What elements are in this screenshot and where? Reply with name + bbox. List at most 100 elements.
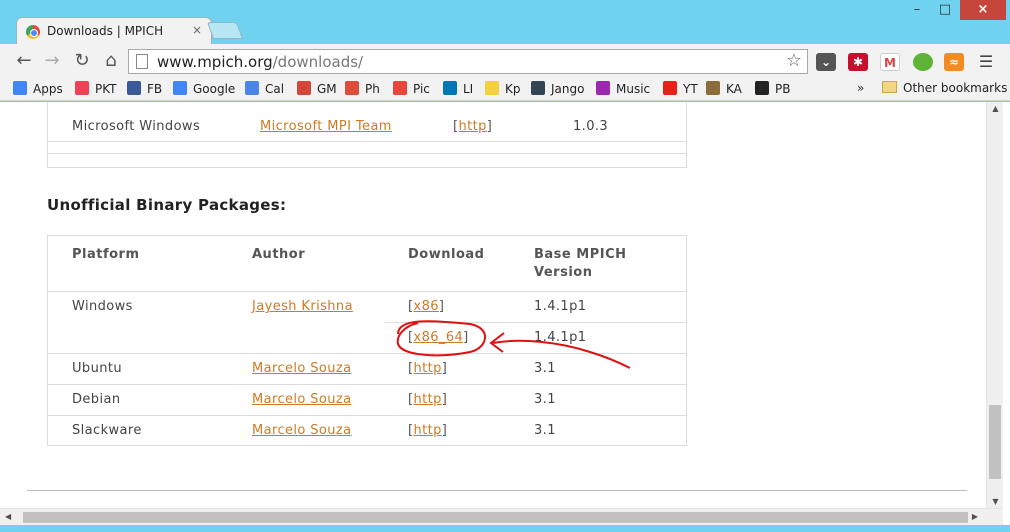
cell-version: 1.4.1p1	[534, 330, 587, 345]
bookmark-fb[interactable]: FB	[127, 81, 162, 98]
url-host: www.mpich.org	[157, 53, 273, 71]
link-author[interactable]: Microsoft MPI Team	[260, 119, 392, 134]
vertical-scrollbar[interactable]: ▲ ▼	[986, 102, 1003, 508]
vertical-scroll-thumb[interactable]	[989, 405, 1001, 479]
bookmark-ph-icon	[345, 81, 359, 95]
link-download-http[interactable]: http	[413, 423, 441, 438]
bookmark-gm[interactable]: GM	[297, 81, 337, 98]
tab-close-icon[interactable]: ×	[192, 23, 202, 37]
cell-download: [x86]	[408, 299, 445, 314]
bookmark-jango[interactable]: Jango	[531, 81, 584, 98]
link-download-http[interactable]: http	[413, 392, 441, 407]
link-author[interactable]: Marcelo Souza	[252, 392, 352, 407]
bookmark-pb[interactable]: PB	[755, 81, 790, 98]
bookmark-cal[interactable]: Cal	[245, 81, 284, 98]
bookmark-ka[interactable]: KA	[706, 81, 742, 98]
forward-icon[interactable]: →	[41, 50, 63, 72]
bookmark-yt[interactable]: YT	[663, 81, 698, 98]
row-divider	[48, 384, 686, 385]
cell-platform: Slackware	[72, 423, 142, 438]
bookmark-pkt-icon	[75, 81, 89, 95]
title-bar: Downloads | MPICH × – □ ×	[0, 0, 1010, 45]
cell-version: 1.4.1p1	[534, 299, 587, 314]
home-icon[interactable]: ⌂	[100, 50, 122, 72]
link-author[interactable]: Marcelo Souza	[252, 423, 352, 438]
new-tab-button[interactable]	[206, 22, 244, 39]
cell-version: 3.1	[534, 423, 556, 438]
gmail-icon[interactable]: M	[880, 53, 900, 71]
tab-downloads[interactable]: Downloads | MPICH ×	[16, 17, 212, 45]
link-download-x86-64[interactable]: x86_64	[413, 330, 463, 345]
bookmark-label: KA	[726, 82, 742, 96]
bookmark-label: Apps	[33, 82, 63, 96]
row-divider	[385, 322, 686, 323]
lastpass-icon[interactable]: ✱	[848, 53, 868, 71]
bookmark-li[interactable]: LI	[443, 81, 473, 98]
other-bookmarks[interactable]: Other bookmarks	[882, 81, 1007, 95]
horizontal-scrollbar[interactable]: ◀ ▶	[0, 508, 1003, 525]
unofficial-binaries-table: Platform Author Download Base MPICH Vers…	[47, 235, 687, 446]
close-window-button[interactable]: ×	[960, 0, 1006, 20]
horizontal-scroll-thumb[interactable]	[23, 512, 968, 523]
column-header-download: Download	[408, 247, 485, 262]
bookmark-label: FB	[147, 82, 163, 96]
cell-download: [http]	[408, 361, 448, 376]
link-author[interactable]: Jayesh Krishna	[252, 299, 353, 314]
bookmark-pkt[interactable]: PKT	[75, 81, 117, 98]
bookmark-yt-icon	[663, 81, 677, 95]
bookmark-jango-icon	[531, 81, 545, 95]
bookmark-pic[interactable]: Pic	[393, 81, 430, 98]
evernote-icon[interactable]	[913, 53, 933, 71]
footer-divider	[27, 490, 967, 491]
address-bar[interactable]: www.mpich.org/downloads/ ☆	[128, 49, 808, 74]
browser-toolbar: ← → ↻ ⌂ www.mpich.org/downloads/ ☆ ⌄ ✱ M…	[0, 44, 1010, 78]
row-divider	[48, 353, 686, 354]
bookmark-star-icon[interactable]: ☆	[786, 50, 802, 71]
rss-icon[interactable]: ≈	[944, 53, 964, 71]
back-icon[interactable]: ←	[13, 50, 35, 72]
pocket-icon[interactable]: ⌄	[816, 53, 836, 71]
bookmark-music-icon	[596, 81, 610, 95]
bookmark-apps[interactable]: Apps	[13, 81, 63, 98]
scroll-right-icon[interactable]: ▶	[972, 512, 978, 521]
cell-platform: Windows	[72, 299, 133, 314]
column-header-version: Base MPICH Version	[534, 247, 627, 280]
bookmark-label: Pic	[413, 82, 430, 96]
cell-download: [x86_64]	[408, 330, 469, 345]
cell-platform: Microsoft Windows	[72, 119, 201, 134]
cell-download: [http]	[453, 119, 493, 134]
cell-version: 1.0.3	[573, 119, 609, 134]
bookmark-label: Kp	[505, 82, 521, 96]
bookmark-pic-icon	[393, 81, 407, 95]
column-header-author: Author	[252, 247, 306, 262]
bookmark-ph[interactable]: Ph	[345, 81, 380, 98]
scroll-left-icon[interactable]: ◀	[5, 512, 11, 521]
link-download[interactable]: http	[458, 119, 486, 134]
reload-icon[interactable]: ↻	[71, 50, 93, 72]
bookmark-music[interactable]: Music	[596, 81, 650, 98]
bookmark-google[interactable]: Google	[173, 81, 235, 98]
scroll-up-icon[interactable]: ▲	[987, 104, 1004, 113]
bookmark-pb-icon	[755, 81, 769, 95]
row-divider	[48, 291, 686, 292]
cell-version: 3.1	[534, 392, 556, 407]
column-header-platform: Platform	[72, 247, 140, 262]
tab-title: Downloads | MPICH	[47, 24, 164, 38]
menu-icon[interactable]: ☰	[976, 53, 996, 71]
link-download-x86[interactable]: x86	[413, 299, 438, 314]
link-author[interactable]: Marcelo Souza	[252, 361, 352, 376]
bookmark-label: Ph	[365, 82, 380, 96]
bookmark-cal-icon	[245, 81, 259, 95]
window-bottom-edge	[0, 525, 1010, 532]
maximize-button[interactable]: □	[932, 0, 958, 20]
url-text[interactable]: www.mpich.org/downloads/	[157, 53, 363, 71]
bookmark-kp-icon	[485, 81, 499, 95]
link-download-http[interactable]: http	[413, 361, 441, 376]
bookmark-kp[interactable]: Kp	[485, 81, 521, 98]
minimize-button[interactable]: –	[904, 0, 930, 20]
other-bookmarks-label: Other bookmarks	[903, 81, 1008, 95]
scroll-down-icon[interactable]: ▼	[987, 497, 1004, 506]
page-icon	[136, 54, 148, 69]
table-row-empty	[48, 142, 686, 154]
bookmarks-overflow-icon[interactable]: »	[857, 81, 864, 95]
